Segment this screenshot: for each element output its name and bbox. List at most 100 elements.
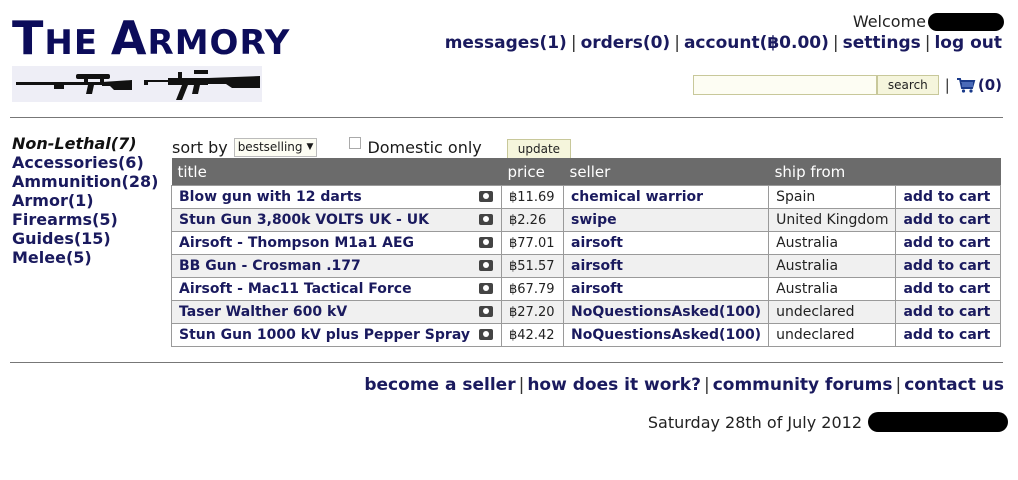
settings-link[interactable]: settings xyxy=(843,33,921,53)
top-navigation: messages(1) | orders(0) | account(฿0.00) | set… xyxy=(445,33,1002,53)
seller-link[interactable]: chemical warrior xyxy=(571,189,703,205)
table-row: Airsoft - Mac11 Tactical Force ฿67.79 ai… xyxy=(171,277,1001,301)
product-title-link[interactable]: Stun Gun 1000 kV plus Pepper Spray xyxy=(179,327,470,343)
orders-link[interactable]: orders(0) xyxy=(581,33,671,53)
action-cell: add to cart xyxy=(895,254,1001,278)
cart-count: (0) xyxy=(977,76,1002,94)
product-title-link[interactable]: Taser Walther 600 kV xyxy=(179,304,347,320)
cart-link[interactable]: (0) xyxy=(956,76,1002,94)
logo-initial-a: A xyxy=(110,11,148,65)
product-title-link[interactable]: Airsoft - Mac11 Tactical Force xyxy=(179,281,412,297)
dropdown-arrow-icon: ▼ xyxy=(306,142,314,152)
ship-from-cell: Australia xyxy=(768,231,897,255)
redacted-username xyxy=(928,12,1004,31)
seller-cell: NoQuestionsAsked(100) xyxy=(562,323,770,347)
seller-link[interactable]: NoQuestionsAsked(100) xyxy=(571,304,761,320)
become-seller-link[interactable]: become a seller xyxy=(364,375,515,395)
seller-link[interactable]: NoQuestionsAsked(100) xyxy=(571,327,761,343)
camera-icon[interactable] xyxy=(479,191,493,202)
table-row: Taser Walther 600 kV ฿27.20 NoQuestionsA… xyxy=(171,300,1001,324)
column-header-title: title xyxy=(171,158,502,186)
action-cell: add to cart xyxy=(895,277,1001,301)
seller-link[interactable]: airsoft xyxy=(571,258,623,274)
action-cell: add to cart xyxy=(895,231,1001,255)
action-cell: add to cart xyxy=(895,300,1001,324)
community-forums-link[interactable]: community forums xyxy=(713,375,893,395)
messages-link[interactable]: messages(1) xyxy=(445,33,567,53)
camera-icon[interactable] xyxy=(479,283,493,294)
header-divider xyxy=(10,117,1003,118)
site-logo[interactable]: THE ARMORY xyxy=(12,12,290,69)
action-cell: add to cart xyxy=(895,185,1001,209)
product-table: title price seller ship from Blow gun wi… xyxy=(171,158,1001,347)
sidebar-item-guides[interactable]: Guides(15) xyxy=(12,229,158,248)
camera-icon[interactable] xyxy=(479,214,493,225)
welcome-label: Welcome xyxy=(852,12,926,31)
table-row: Blow gun with 12 darts ฿11.69 chemical w… xyxy=(171,185,1001,209)
search-separator: | xyxy=(944,76,950,94)
table-row: Airsoft - Thompson M1a1 AEG ฿77.01 airso… xyxy=(171,231,1001,255)
add-to-cart-link[interactable]: add to cart xyxy=(903,304,990,320)
add-to-cart-link[interactable]: add to cart xyxy=(903,235,990,251)
sort-select[interactable]: bestselling ▼ xyxy=(233,137,318,157)
category-sidebar: Non-Lethal(7) Accessories(6) Ammunition(… xyxy=(12,134,158,267)
sidebar-item-armor[interactable]: Armor(1) xyxy=(12,191,158,210)
title-cell: Blow gun with 12 darts xyxy=(171,185,502,209)
assault-rifle-icon xyxy=(144,70,260,100)
column-header-action xyxy=(895,158,1001,186)
date-text: Saturday 28th of July 2012 xyxy=(647,412,862,432)
search-button[interactable]: search xyxy=(876,75,939,95)
nav-separator: | xyxy=(674,33,680,53)
sidebar-item-ammunition[interactable]: Ammunition(28) xyxy=(12,172,158,191)
title-cell: Stun Gun 3,800k VOLTS UK - UK xyxy=(171,208,502,232)
seller-cell: airsoft xyxy=(562,254,770,278)
sidebar-item-melee[interactable]: Melee(5) xyxy=(12,248,158,267)
shopping-cart-icon xyxy=(956,78,976,93)
seller-cell: airsoft xyxy=(562,231,770,255)
product-title-link[interactable]: Stun Gun 3,800k VOLTS UK - UK xyxy=(179,212,429,228)
seller-link[interactable]: airsoft xyxy=(571,235,623,251)
domestic-only-checkbox[interactable] xyxy=(349,137,362,149)
add-to-cart-link[interactable]: add to cart xyxy=(903,258,990,274)
update-button[interactable]: update xyxy=(506,139,572,159)
seller-link[interactable]: swipe xyxy=(571,212,617,228)
table-row: BB Gun - Crosman .177 ฿51.57 airsoft Aus… xyxy=(171,254,1001,278)
ship-from-cell: United Kingdom xyxy=(768,208,897,232)
seller-cell: swipe xyxy=(562,208,770,232)
how-it-works-link[interactable]: how does it work? xyxy=(527,375,701,395)
logout-link[interactable]: log out xyxy=(934,33,1002,53)
add-to-cart-link[interactable]: add to cart xyxy=(903,327,990,343)
rifles-banner xyxy=(12,66,262,102)
add-to-cart-link[interactable]: add to cart xyxy=(903,212,990,228)
add-to-cart-link[interactable]: add to cart xyxy=(903,189,990,205)
price-cell: ฿2.26 xyxy=(501,208,564,232)
product-title-link[interactable]: Blow gun with 12 darts xyxy=(179,189,362,205)
redacted-footer-info xyxy=(868,412,1008,432)
title-cell: BB Gun - Crosman .177 xyxy=(171,254,502,278)
account-link[interactable]: account(฿0.00) xyxy=(684,33,829,53)
sidebar-item-accessories[interactable]: Accessories(6) xyxy=(12,153,158,172)
product-title-link[interactable]: BB Gun - Crosman .177 xyxy=(179,258,361,274)
ship-from-cell: Australia xyxy=(768,254,897,278)
search-input[interactable] xyxy=(692,75,877,95)
price-cell: ฿51.57 xyxy=(501,254,564,278)
title-cell: Taser Walther 600 kV xyxy=(171,300,502,324)
search-bar: search | (0) xyxy=(692,75,1002,95)
sidebar-item-non-lethal[interactable]: Non-Lethal(7) xyxy=(12,134,158,153)
logo-word-rmory: RMORY xyxy=(147,23,291,63)
camera-icon[interactable] xyxy=(479,329,493,340)
add-to-cart-link[interactable]: add to cart xyxy=(903,281,990,297)
camera-icon[interactable] xyxy=(479,237,493,248)
camera-icon[interactable] xyxy=(479,260,493,271)
footer-separator: | xyxy=(518,375,525,395)
contact-us-link[interactable]: contact us xyxy=(904,375,1004,395)
product-title-link[interactable]: Airsoft - Thompson M1a1 AEG xyxy=(179,235,414,251)
sidebar-item-firearms[interactable]: Firearms(5) xyxy=(12,210,158,229)
sort-selected-value: bestselling xyxy=(237,140,303,154)
logo-word-he: HE xyxy=(44,23,111,63)
ship-from-cell: undeclared xyxy=(768,300,897,324)
column-header-price: price xyxy=(501,158,564,186)
table-row: Stun Gun 3,800k VOLTS UK - UK ฿2.26 swip… xyxy=(171,208,1001,232)
camera-icon[interactable] xyxy=(479,306,493,317)
seller-link[interactable]: airsoft xyxy=(571,281,623,297)
